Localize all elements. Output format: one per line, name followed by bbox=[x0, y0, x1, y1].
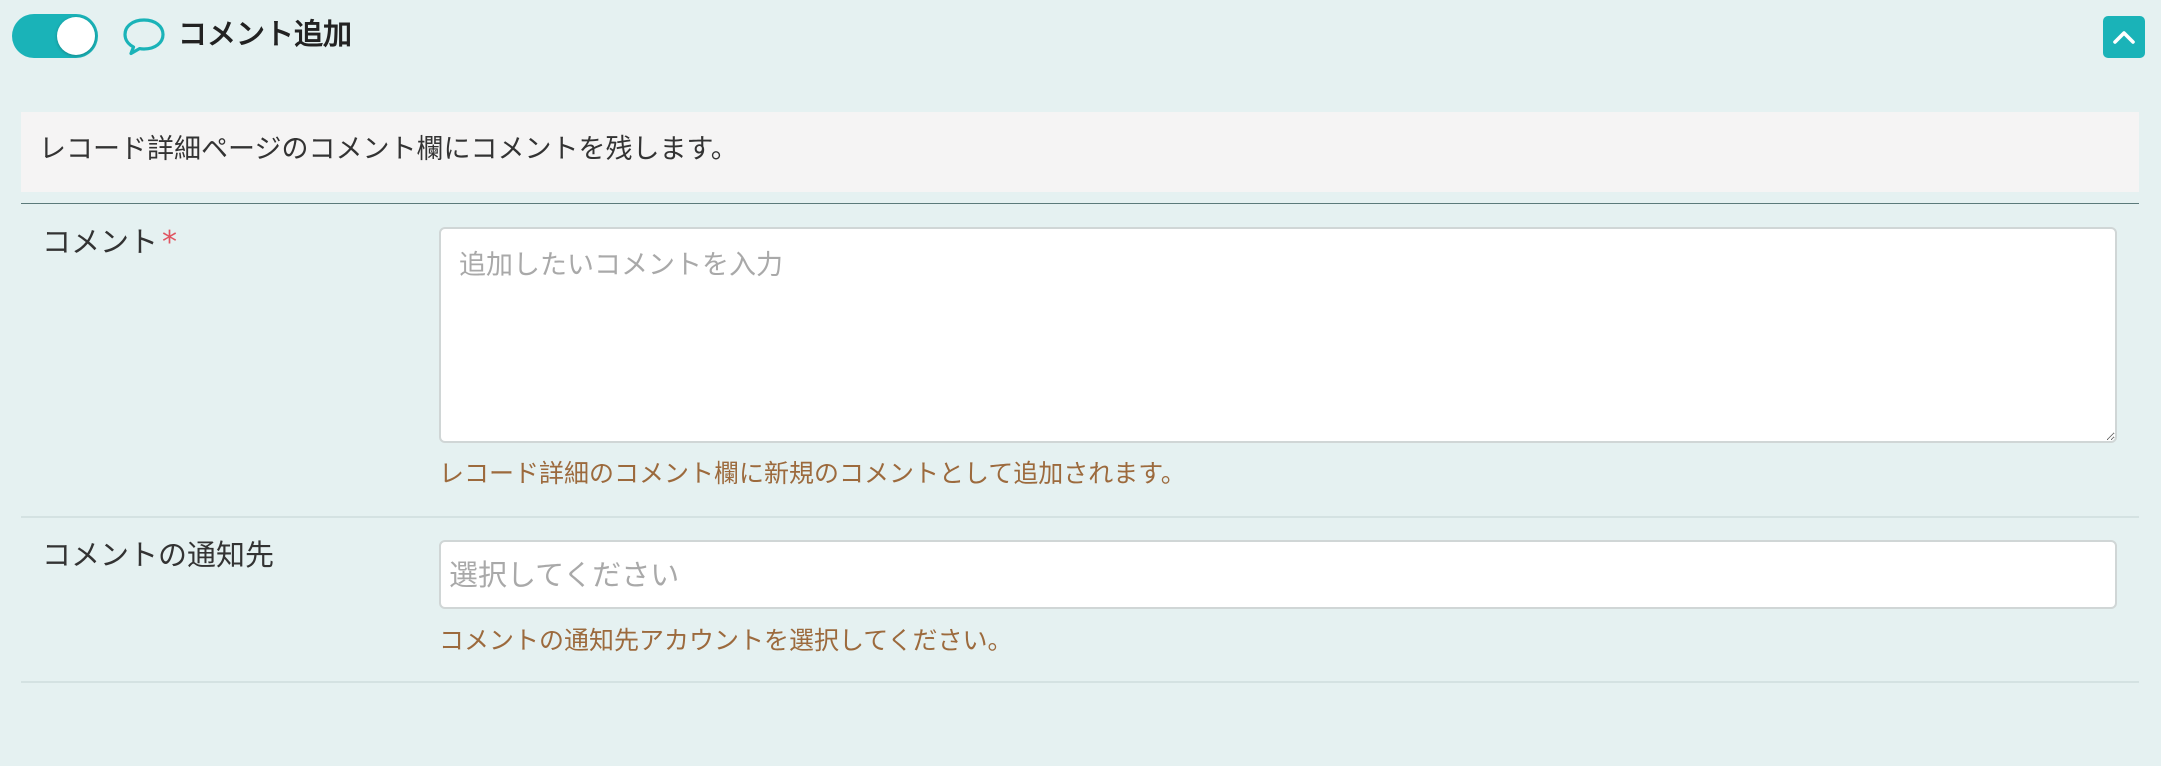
section-header: コメント追加 bbox=[0, 0, 2161, 72]
comment-textarea[interactable] bbox=[439, 227, 2117, 443]
comment-help-text: レコード詳細のコメント欄に新規のコメントとして追加されます。 bbox=[439, 459, 1186, 488]
notify-help-text: コメントの通知先アカウントを選択してください。 bbox=[439, 626, 1013, 655]
description-text: レコード詳細ページのコメント欄にコメントを残します。 bbox=[39, 134, 738, 165]
chevron-up-icon bbox=[2113, 31, 2135, 44]
description-box: レコード詳細ページのコメント欄にコメントを残します。 bbox=[21, 112, 2139, 192]
comment-field-label: コメント * bbox=[42, 222, 177, 263]
required-mark: * bbox=[162, 225, 178, 260]
comment-label-text: コメント bbox=[42, 225, 159, 259]
notify-select[interactable]: 選択してください bbox=[439, 540, 2117, 609]
collapse-button[interactable] bbox=[2103, 16, 2145, 58]
section-title: コメント追加 bbox=[178, 17, 353, 51]
row-divider bbox=[21, 681, 2139, 683]
section-divider bbox=[21, 203, 2139, 204]
enable-toggle[interactable] bbox=[12, 14, 98, 58]
notify-field-label: コメントの通知先 bbox=[42, 538, 275, 572]
select-placeholder: 選択してください bbox=[449, 558, 680, 592]
speech-bubble-icon bbox=[122, 16, 166, 56]
toggle-knob bbox=[57, 17, 95, 55]
row-divider bbox=[21, 516, 2139, 518]
